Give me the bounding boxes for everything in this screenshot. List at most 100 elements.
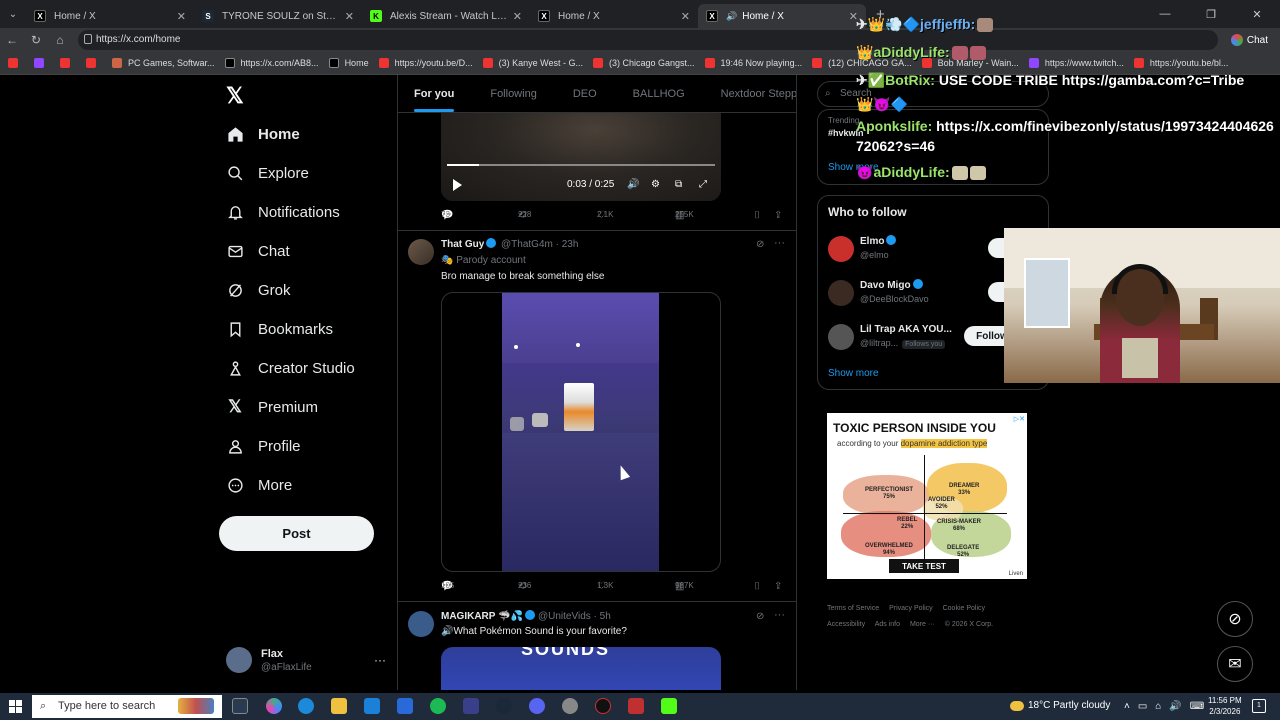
tab-for-you[interactable]: For you xyxy=(414,75,455,112)
discord-icon[interactable] xyxy=(529,698,545,714)
chevron-up-icon[interactable]: ˄ xyxy=(1124,701,1130,712)
tab-following[interactable]: Following xyxy=(490,75,536,112)
nav-grok[interactable]: Grok xyxy=(226,281,291,299)
volume-icon[interactable]: 🔊 xyxy=(1169,701,1181,712)
bookmark-item[interactable]: (3) Chicago Gangst... xyxy=(592,58,695,68)
browser-tab[interactable]: K Alexis Stream - Watch Live on Kick ✕ xyxy=(362,4,530,28)
more-dots-icon[interactable]: ··· xyxy=(774,609,785,621)
app-icon[interactable] xyxy=(562,698,578,714)
bookmark-item[interactable]: Home xyxy=(328,58,369,68)
bookmark-item[interactable]: 19:46 Now playing... xyxy=(704,58,802,68)
search-input[interactable]: ⌕ Search xyxy=(817,81,1049,107)
account-switcher[interactable]: Flax @aFlaxLife ··· xyxy=(226,647,386,677)
url-input[interactable]: https://x.com/home xyxy=(78,30,1218,50)
post-button[interactable]: Post xyxy=(219,516,374,551)
battery-icon[interactable]: ▭ xyxy=(1138,701,1147,712)
ad-info-icon[interactable]: ▷✕ xyxy=(1014,415,1025,423)
spotify-icon[interactable] xyxy=(430,698,446,714)
avatar[interactable] xyxy=(408,611,434,637)
footer-link[interactable]: Ads info xyxy=(875,621,900,628)
browser-tab[interactable]: X Home / X ✕ xyxy=(26,4,194,28)
nav-creator-studio[interactable]: Creator Studio xyxy=(226,359,355,377)
close-window-icon[interactable]: ✕ xyxy=(1234,8,1280,21)
weather-widget[interactable]: 18°C Partly cloudy xyxy=(1010,700,1110,711)
notification-center-button[interactable]: 1 xyxy=(1252,699,1266,713)
clock[interactable]: 11:56 PM 2/3/2026 xyxy=(1208,695,1242,717)
back-icon[interactable]: ← xyxy=(0,33,24,47)
speaker-icon[interactable]: 🔊 xyxy=(726,11,737,22)
nav-explore[interactable]: Explore xyxy=(226,164,309,182)
search-highlight-icon[interactable] xyxy=(178,698,214,714)
language-icon[interactable]: ⌨ xyxy=(1190,701,1204,712)
bookmark-item[interactable]: (3) Kanye West - G... xyxy=(482,58,583,68)
maximize-icon[interactable]: ❐ xyxy=(1188,8,1234,21)
footer-link[interactable]: Cookie Policy xyxy=(943,605,985,612)
mail-icon[interactable] xyxy=(397,698,413,714)
steam-icon[interactable] xyxy=(496,698,512,714)
close-tab-icon[interactable]: ✕ xyxy=(849,10,858,23)
tab-ballhog[interactable]: BALLHOG xyxy=(633,75,685,112)
more-dots-icon[interactable]: ··· xyxy=(774,237,785,249)
bookmark-item[interactable]: PC Games, Softwar... xyxy=(112,58,215,68)
bookmark-item[interactable] xyxy=(86,58,102,68)
file-explorer-icon[interactable] xyxy=(331,698,347,714)
pip-icon[interactable]: ⧉ xyxy=(675,179,682,190)
reload-icon[interactable]: ↻ xyxy=(24,33,48,47)
show-more-link[interactable]: Show more xyxy=(828,368,879,379)
tab-nextdoor-steppas[interactable]: Nextdoor Steppas xyxy=(721,75,796,112)
chat-app-icon[interactable] xyxy=(463,698,479,714)
ad-banner[interactable]: ▷✕ TOXIC PERSON INSIDE YOU according to … xyxy=(827,413,1027,579)
grok-icon[interactable]: ⊘ xyxy=(756,611,764,622)
start-button[interactable] xyxy=(0,693,30,720)
task-view-icon[interactable] xyxy=(232,698,248,714)
x-logo-icon[interactable]: 𝕏 xyxy=(226,83,244,109)
footer-link[interactable]: More ··· xyxy=(910,621,935,628)
bookmark-item[interactable]: https://x.com/AB8... xyxy=(224,58,319,68)
copilot-chat-button[interactable]: Chat xyxy=(1225,31,1274,49)
store-icon[interactable] xyxy=(364,698,380,714)
video-player[interactable]: 0:03 / 0:25 🔊 ⚙ ⧉ ⤢ xyxy=(441,112,721,201)
game-icon[interactable] xyxy=(628,698,644,714)
fullscreen-icon[interactable]: ⤢ xyxy=(699,179,707,190)
grok-fab-button[interactable]: ⊘ xyxy=(1217,601,1253,637)
bookmark-item[interactable]: https://youtu.be/D... xyxy=(378,58,473,68)
bookmark-item[interactable]: Bob Marley - Wain... xyxy=(921,58,1019,68)
nav-more[interactable]: More xyxy=(226,476,292,494)
nav-premium[interactable]: 𝕏 Premium xyxy=(226,397,318,416)
browser-tab[interactable]: X Home / X ✕ xyxy=(530,4,698,28)
copilot-icon[interactable] xyxy=(266,698,282,714)
bookmark-item[interactable] xyxy=(8,58,24,68)
kick-icon[interactable] xyxy=(661,698,677,714)
close-tab-icon[interactable]: ✕ xyxy=(177,10,186,23)
network-icon[interactable]: ⌂ xyxy=(1155,701,1161,712)
show-more-link[interactable]: Show more xyxy=(828,162,879,173)
browser-tab[interactable]: S TYRONE SOULZ on Steam ✕ xyxy=(194,4,362,28)
bookmark-item[interactable] xyxy=(34,58,50,68)
post-author[interactable]: MAGIKARP 🦈💦 xyxy=(441,610,535,622)
nav-profile[interactable]: Profile xyxy=(226,437,301,455)
settings-icon[interactable]: ⚙ xyxy=(651,179,660,190)
obs-icon[interactable] xyxy=(595,698,611,714)
site-info-icon[interactable] xyxy=(84,34,92,44)
post-author[interactable]: That Guy xyxy=(441,238,497,250)
trending-tag[interactable]: #hvkwin xyxy=(828,128,864,138)
bookmark-item[interactable]: (12) CHICAGO GA... xyxy=(812,58,912,68)
new-tab-icon[interactable]: + xyxy=(876,6,885,23)
nav-chat[interactable]: Chat xyxy=(226,242,290,260)
bookmark-item[interactable]: https://youtu.be/bl... xyxy=(1133,58,1228,68)
footer-link[interactable]: Privacy Policy xyxy=(889,605,933,612)
edge-icon[interactable] xyxy=(298,698,314,714)
video-player[interactable] xyxy=(441,292,721,572)
messages-fab-button[interactable]: ✉ xyxy=(1217,646,1253,682)
close-tab-icon[interactable]: ✕ xyxy=(681,10,690,23)
tab-menu-icon[interactable]: ⌄ xyxy=(0,0,26,28)
browser-tab-active[interactable]: X 🔊 Home / X ✕ xyxy=(698,4,866,28)
tab-deo[interactable]: DEO xyxy=(573,75,597,112)
avatar[interactable] xyxy=(408,239,434,265)
footer-link[interactable]: Terms of Service xyxy=(827,605,879,612)
nav-home[interactable]: Home xyxy=(226,125,300,143)
grok-icon[interactable]: ⊘ xyxy=(756,239,764,250)
bookmark-item[interactable]: https://www.twitch... xyxy=(1028,58,1124,68)
more-dots-icon[interactable]: ··· xyxy=(374,653,386,667)
video-player[interactable]: SOUNDS xyxy=(441,647,721,690)
